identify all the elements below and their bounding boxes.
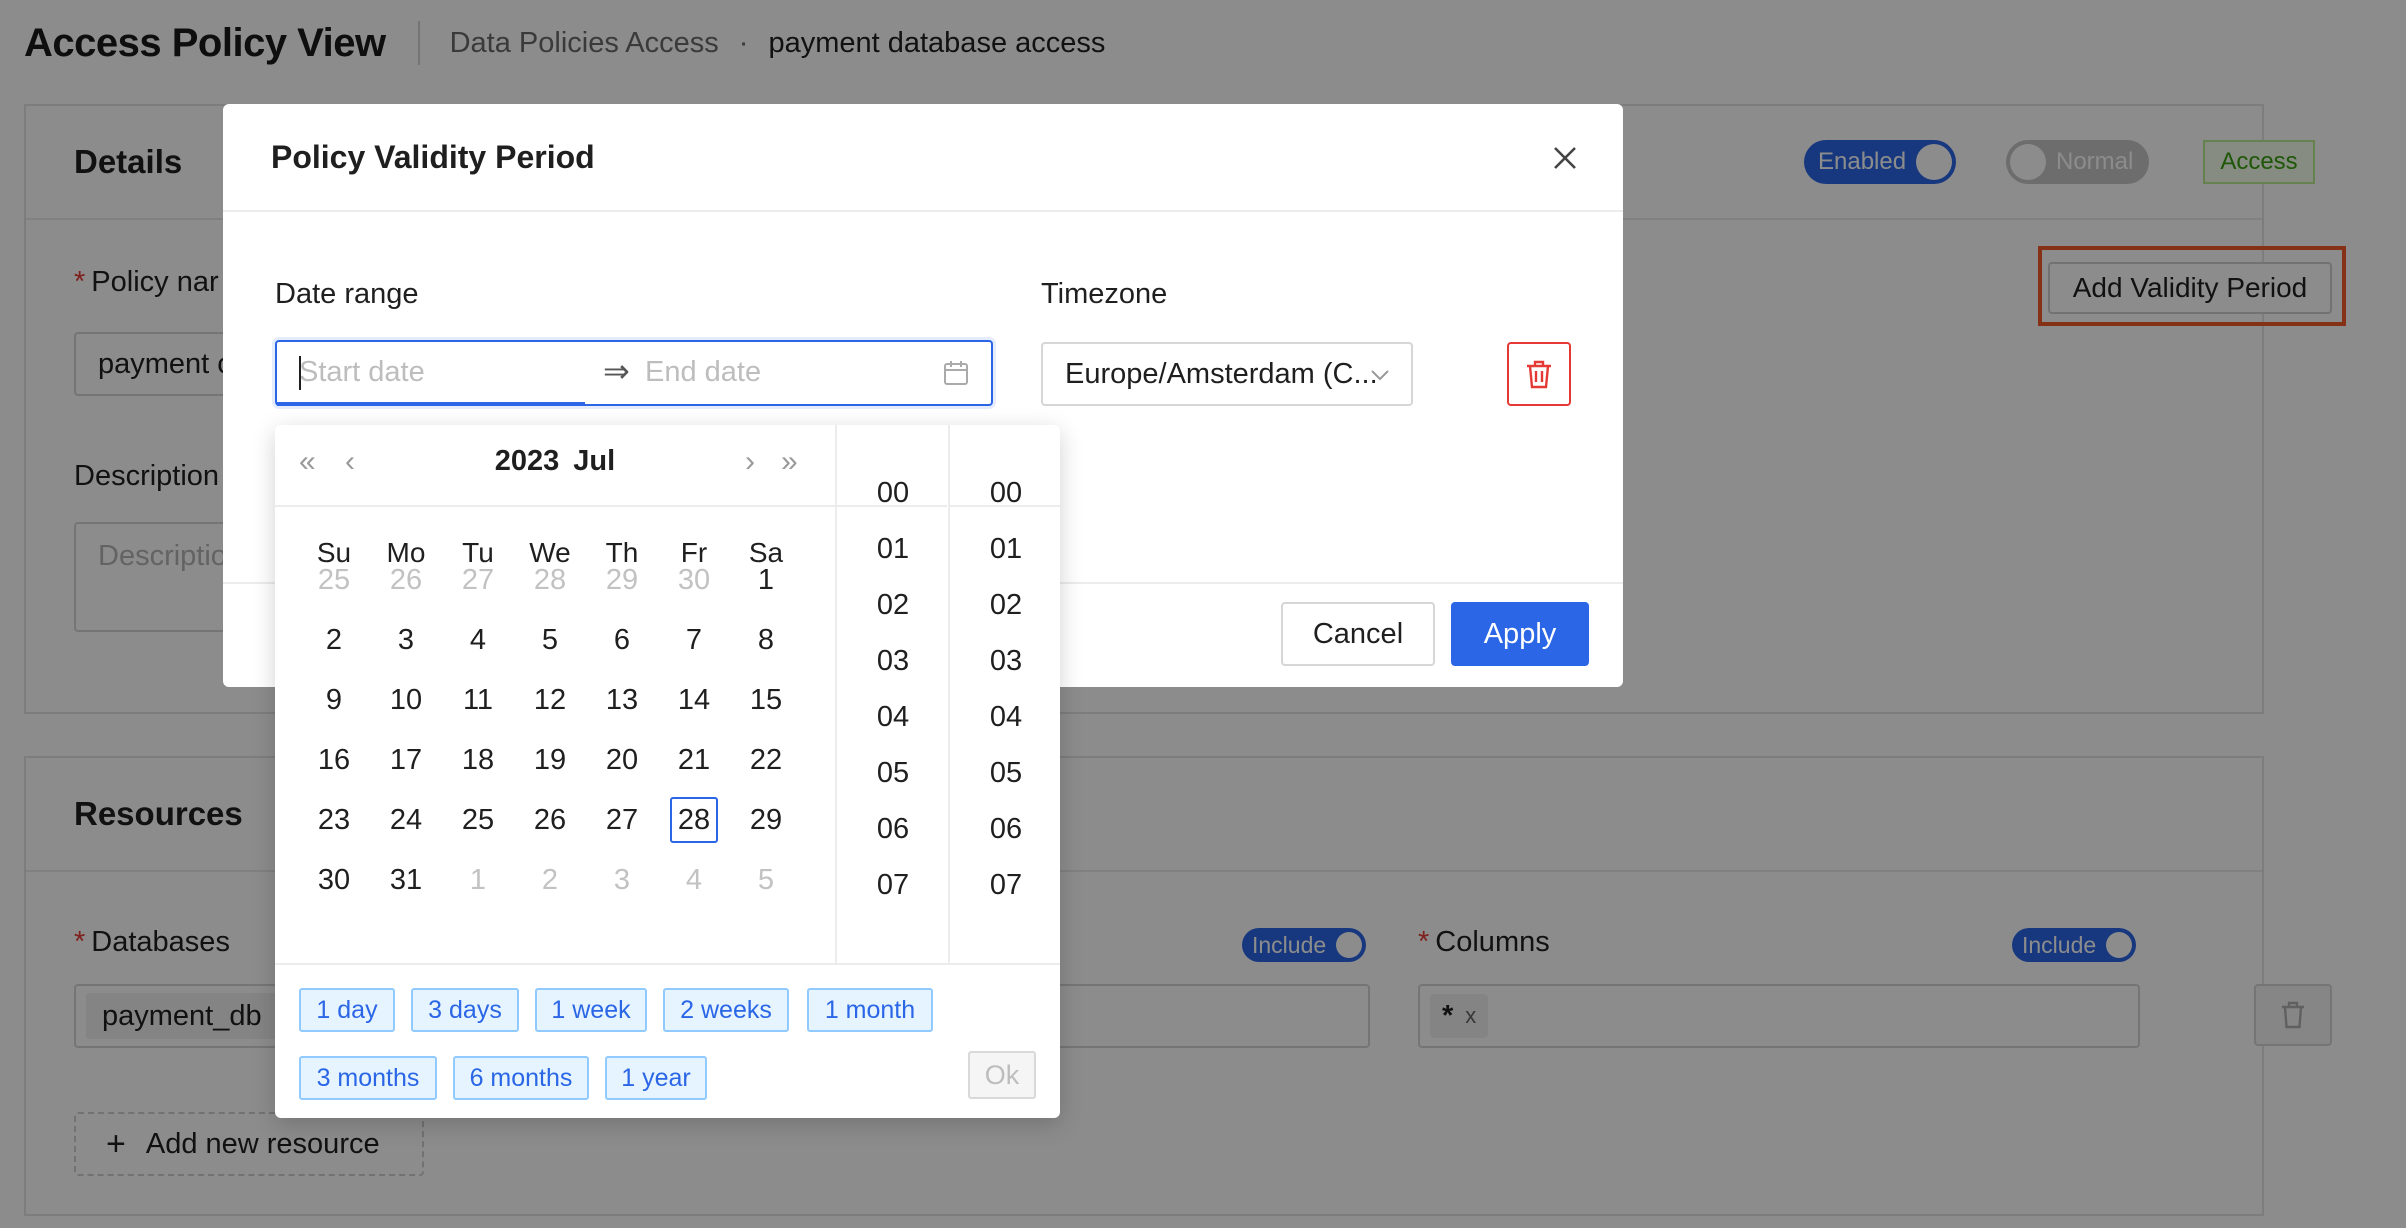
next-month-icon[interactable]: › xyxy=(745,445,755,479)
preset-range-button[interactable]: 6 months xyxy=(453,1056,589,1100)
hour-option[interactable]: 05 xyxy=(837,757,949,790)
hour-option[interactable]: 07 xyxy=(837,869,949,902)
calendar-day[interactable]: 2 xyxy=(310,617,358,663)
hour-column[interactable]: 00 01 02 03 04 05 06 07 xyxy=(835,425,947,963)
calendar-day-outside[interactable]: 4 xyxy=(670,857,718,903)
end-date-input[interactable]: End date xyxy=(645,356,761,389)
minute-option[interactable]: 03 xyxy=(950,645,1062,678)
calendar-day-outside[interactable]: 2 xyxy=(526,857,574,903)
calendar-day[interactable]: 30 xyxy=(310,857,358,903)
minute-option[interactable]: 06 xyxy=(950,813,1062,846)
cancel-button[interactable]: Cancel xyxy=(1281,602,1435,666)
calendar-month[interactable]: Jul xyxy=(573,445,615,477)
timezone-value: Europe/Amsterdam (C... xyxy=(1065,357,1378,390)
ok-button[interactable]: Ok xyxy=(968,1051,1036,1099)
calendar-day-outside[interactable]: 27 xyxy=(454,557,502,603)
text-caret xyxy=(299,356,301,390)
preset-range-button[interactable]: 1 day xyxy=(299,988,395,1032)
calendar-day[interactable]: 8 xyxy=(742,617,790,663)
calendar-day[interactable]: 10 xyxy=(382,677,430,723)
calendar-day-outside[interactable]: 25 xyxy=(310,557,358,603)
hour-option[interactable]: 00 xyxy=(837,477,949,510)
timezone-select[interactable]: Europe/Amsterdam (C... xyxy=(1041,342,1413,406)
calendar-day-outside[interactable]: 26 xyxy=(382,557,430,603)
calendar-day[interactable]: 12 xyxy=(526,677,574,723)
minute-option[interactable]: 04 xyxy=(950,701,1062,734)
calendar-day[interactable]: 13 xyxy=(598,677,646,723)
calendar-day[interactable]: 3 xyxy=(382,617,430,663)
calendar-header: « ‹ 2023 Jul › » xyxy=(275,425,835,507)
calendar-day[interactable]: 23 xyxy=(310,797,358,843)
calendar-day[interactable]: 19 xyxy=(526,737,574,783)
minute-option[interactable]: 01 xyxy=(950,533,1062,566)
calendar-day-outside[interactable]: 30 xyxy=(670,557,718,603)
preset-range-button[interactable]: 2 weeks xyxy=(663,988,789,1032)
calendar-day[interactable]: 27 xyxy=(598,797,646,843)
calendar-year[interactable]: 2023 xyxy=(495,445,560,477)
date-picker-dropdown: « ‹ 2023 Jul › » Su Mo Tu We Th Fr Sa 25 26 27 28 2… xyxy=(275,425,1060,1118)
preset-range-button[interactable]: 1 week xyxy=(535,988,647,1032)
preset-range-button[interactable]: 1 month xyxy=(807,988,933,1032)
calendar-day[interactable]: 18 xyxy=(454,737,502,783)
start-date-input[interactable]: Start date xyxy=(299,356,425,389)
timezone-label: Timezone xyxy=(1041,278,1168,310)
close-icon[interactable] xyxy=(1547,140,1583,176)
minute-option[interactable]: 00 xyxy=(950,477,1062,510)
minute-option[interactable]: 07 xyxy=(950,869,1062,902)
minute-option[interactable]: 02 xyxy=(950,589,1062,622)
calendar-day[interactable]: 24 xyxy=(382,797,430,843)
preset-range-button[interactable]: 3 days xyxy=(411,988,519,1032)
hour-option[interactable]: 06 xyxy=(837,813,949,846)
picker-footer-divider xyxy=(275,963,1060,965)
calendar-day[interactable]: 31 xyxy=(382,857,430,903)
calendar-day[interactable]: 14 xyxy=(670,677,718,723)
calendar-day[interactable]: 5 xyxy=(526,617,574,663)
calendar-day[interactable]: 21 xyxy=(670,737,718,783)
delete-period-button[interactable] xyxy=(1507,342,1571,406)
calendar-day-outside[interactable]: 1 xyxy=(454,857,502,903)
preset-range-button[interactable]: 1 year xyxy=(605,1056,707,1100)
calendar-day[interactable]: 9 xyxy=(310,677,358,723)
active-bar xyxy=(277,402,585,406)
calendar-icon xyxy=(944,361,968,385)
preset-range-button[interactable]: 3 months xyxy=(299,1056,437,1100)
calendar-day-outside[interactable]: 3 xyxy=(598,857,646,903)
arrow-right-icon: ⇒ xyxy=(603,353,630,389)
calendar-day-outside[interactable]: 29 xyxy=(598,557,646,603)
calendar-day[interactable]: 28 xyxy=(670,797,718,843)
trash-icon xyxy=(1527,360,1551,389)
calendar-day[interactable]: 1 xyxy=(742,557,790,603)
calendar-day-outside[interactable]: 28 xyxy=(526,557,574,603)
apply-button[interactable]: Apply xyxy=(1451,602,1589,666)
date-range-input[interactable]: Start date ⇒ End date xyxy=(275,340,993,406)
next-year-icon[interactable]: » xyxy=(781,445,798,479)
calendar-day[interactable]: 16 xyxy=(310,737,358,783)
calendar-day[interactable]: 20 xyxy=(598,737,646,783)
date-range-label: Date range xyxy=(275,278,419,310)
minute-option[interactable]: 05 xyxy=(950,757,1062,790)
calendar-day[interactable]: 6 xyxy=(598,617,646,663)
modal-title: Policy Validity Period xyxy=(271,138,595,175)
hour-option[interactable]: 03 xyxy=(837,645,949,678)
calendar-day[interactable]: 11 xyxy=(454,677,502,723)
hour-option[interactable]: 01 xyxy=(837,533,949,566)
calendar-day[interactable]: 25 xyxy=(454,797,502,843)
calendar-day-outside[interactable]: 5 xyxy=(742,857,790,903)
calendar-day[interactable]: 26 xyxy=(526,797,574,843)
minute-column[interactable]: 00 01 02 03 04 05 06 07 xyxy=(948,425,1060,963)
hour-option[interactable]: 04 xyxy=(837,701,949,734)
modal-header: Policy Validity Period xyxy=(223,104,1623,212)
calendar-day[interactable]: 17 xyxy=(382,737,430,783)
chevron-down-icon xyxy=(1371,370,1389,381)
hour-option[interactable]: 02 xyxy=(837,589,949,622)
calendar-day[interactable]: 29 xyxy=(742,797,790,843)
calendar-day[interactable]: 7 xyxy=(670,617,718,663)
calendar-day[interactable]: 4 xyxy=(454,617,502,663)
calendar-day[interactable]: 15 xyxy=(742,677,790,723)
calendar-panel: « ‹ 2023 Jul › » Su Mo Tu We Th Fr Sa 25 26 27 28 2… xyxy=(275,425,835,963)
calendar-day[interactable]: 22 xyxy=(742,737,790,783)
